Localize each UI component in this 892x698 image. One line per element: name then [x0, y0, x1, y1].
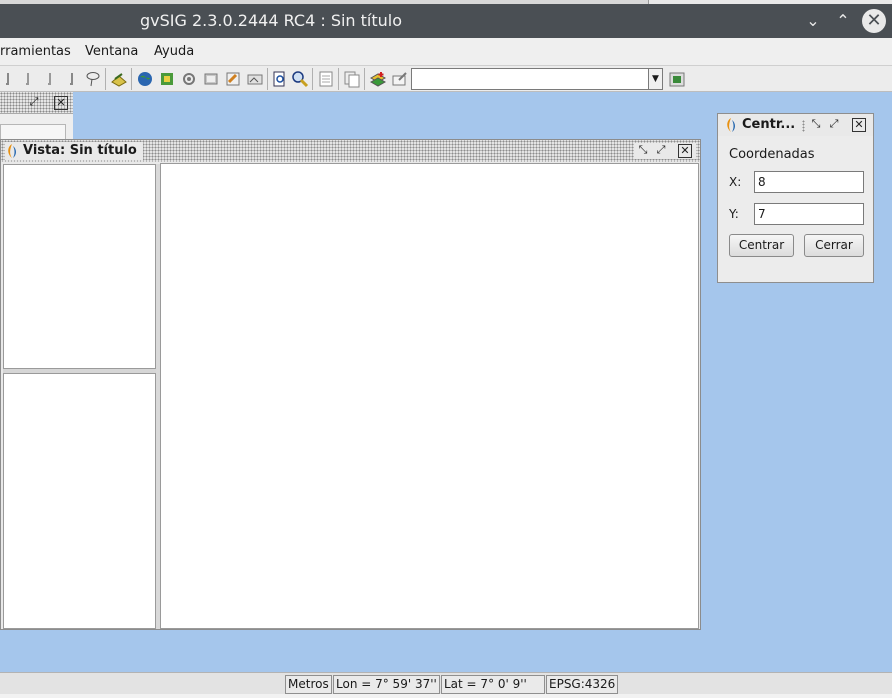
minimize-icon[interactable]: ⌄	[802, 10, 824, 32]
toolbar-separator	[312, 68, 313, 90]
maximize-icon[interactable]: ⤢	[827, 118, 841, 132]
zoom-search-icon[interactable]	[291, 70, 309, 88]
close-icon[interactable]: ✕	[862, 9, 886, 33]
table-icon[interactable]	[317, 70, 335, 88]
cerrar-button[interactable]: Cerrar	[804, 234, 864, 257]
export-icon[interactable]	[668, 70, 686, 88]
vista-window[interactable]: Vista: Sin título ⤡ ⤢ ✕	[0, 139, 701, 630]
centrar-dialog[interactable]: Centr... ⤡ ⤢ ✕ Coordenadas X: 8 Y: 7 Cen…	[717, 113, 874, 283]
map-canvas[interactable]	[160, 163, 699, 629]
pointer-icon[interactable]	[64, 70, 82, 88]
print-icon[interactable]	[224, 70, 242, 88]
toolbar-separator	[364, 68, 365, 90]
coordenadas-heading: Coordenadas	[729, 147, 815, 162]
lasso-select-icon[interactable]	[84, 70, 102, 88]
status-longitude: Lon = 7° 59' 37''	[333, 675, 440, 694]
zoom-page-icon[interactable]	[271, 70, 289, 88]
centrar-title-text: Centr...	[742, 117, 796, 132]
layer-edit-icon[interactable]	[110, 70, 128, 88]
background-internal-frame[interactable]: ⤢ ✕	[0, 92, 73, 144]
scale-combo[interactable]: ▼	[411, 68, 663, 90]
x-label: X:	[729, 175, 742, 189]
toolbar-separator	[338, 68, 339, 90]
status-latitude: Lat = 7° 0' 9''	[441, 675, 545, 694]
layer-props-icon[interactable]	[202, 70, 220, 88]
titlebar-grip	[802, 120, 805, 132]
bottom-strip	[0, 694, 892, 698]
toolbar-separator	[267, 68, 268, 90]
vista-title: Vista: Sin título	[5, 142, 143, 160]
table-of-contents-panel[interactable]	[3, 164, 156, 369]
locator-map-panel[interactable]	[3, 373, 156, 629]
status-units: Metros	[285, 675, 332, 694]
vista-title-text: Vista: Sin título	[23, 143, 137, 158]
edit-layer-icon[interactable]	[391, 70, 409, 88]
x-coordinate-field[interactable]: 8	[754, 171, 864, 193]
restore-icon[interactable]: ⤡	[809, 118, 823, 132]
maximize-icon[interactable]: ⤢	[654, 144, 668, 158]
restore-icon[interactable]: ⤡	[636, 144, 650, 158]
centrar-titlebar[interactable]: Centr... ⤡ ⤢ ✕	[718, 114, 873, 136]
close-icon[interactable]: ✕	[54, 96, 68, 110]
y-coordinate-field[interactable]: 7	[754, 203, 864, 225]
gvsig-logo-icon	[8, 143, 16, 158]
window-title: gvSIG 2.3.0.2444 RC4 : Sin título	[140, 11, 403, 30]
vista-window-controls: ⤡ ⤢ ✕	[634, 143, 696, 159]
chevron-down-icon[interactable]: ▼	[648, 69, 662, 89]
menu-ventana[interactable]: Ventana	[85, 44, 138, 59]
gear-icon[interactable]	[180, 70, 198, 88]
globe-icon[interactable]	[136, 70, 154, 88]
background-frame-body	[0, 114, 73, 144]
maximize-icon[interactable]: ⌃	[832, 10, 854, 32]
close-icon[interactable]: ✕	[678, 144, 692, 158]
raster-icon[interactable]	[158, 70, 176, 88]
window-titlebar[interactable]: gvSIG 2.3.0.2444 RC4 : Sin título ⌄ ⌃ ✕	[0, 4, 892, 38]
gvsig-logo-icon	[727, 117, 735, 132]
centrar-title: Centr...	[724, 116, 795, 134]
toolbar-separator	[131, 68, 132, 90]
status-bar: Metros Lon = 7° 59' 37'' Lat = 7° 0' 9''…	[0, 672, 892, 694]
close-icon[interactable]: ✕	[852, 118, 866, 132]
pointer-icon[interactable]	[20, 70, 38, 88]
menu-herramientas[interactable]: rramientas	[0, 44, 71, 59]
background-frame-titlebar[interactable]: ⤢ ✕	[0, 92, 73, 114]
pointer-icon[interactable]	[0, 70, 18, 88]
copy-icon[interactable]	[343, 70, 361, 88]
add-layer-icon[interactable]	[369, 70, 387, 88]
vista-titlebar[interactable]: Vista: Sin título ⤡ ⤢ ✕	[1, 140, 700, 162]
status-crs: EPSG:4326	[546, 675, 618, 694]
maximize-icon[interactable]: ⤢	[27, 96, 41, 110]
y-label: Y:	[729, 207, 739, 221]
centrar-button[interactable]: Centrar	[729, 234, 794, 257]
picture-icon[interactable]	[246, 70, 264, 88]
menu-bar: rramientas Ventana Ayuda	[0, 38, 892, 66]
menu-ayuda[interactable]: Ayuda	[154, 44, 194, 59]
toolbar: ▼	[0, 66, 892, 92]
toolbar-separator	[105, 68, 106, 90]
pointer-icon[interactable]	[42, 70, 60, 88]
